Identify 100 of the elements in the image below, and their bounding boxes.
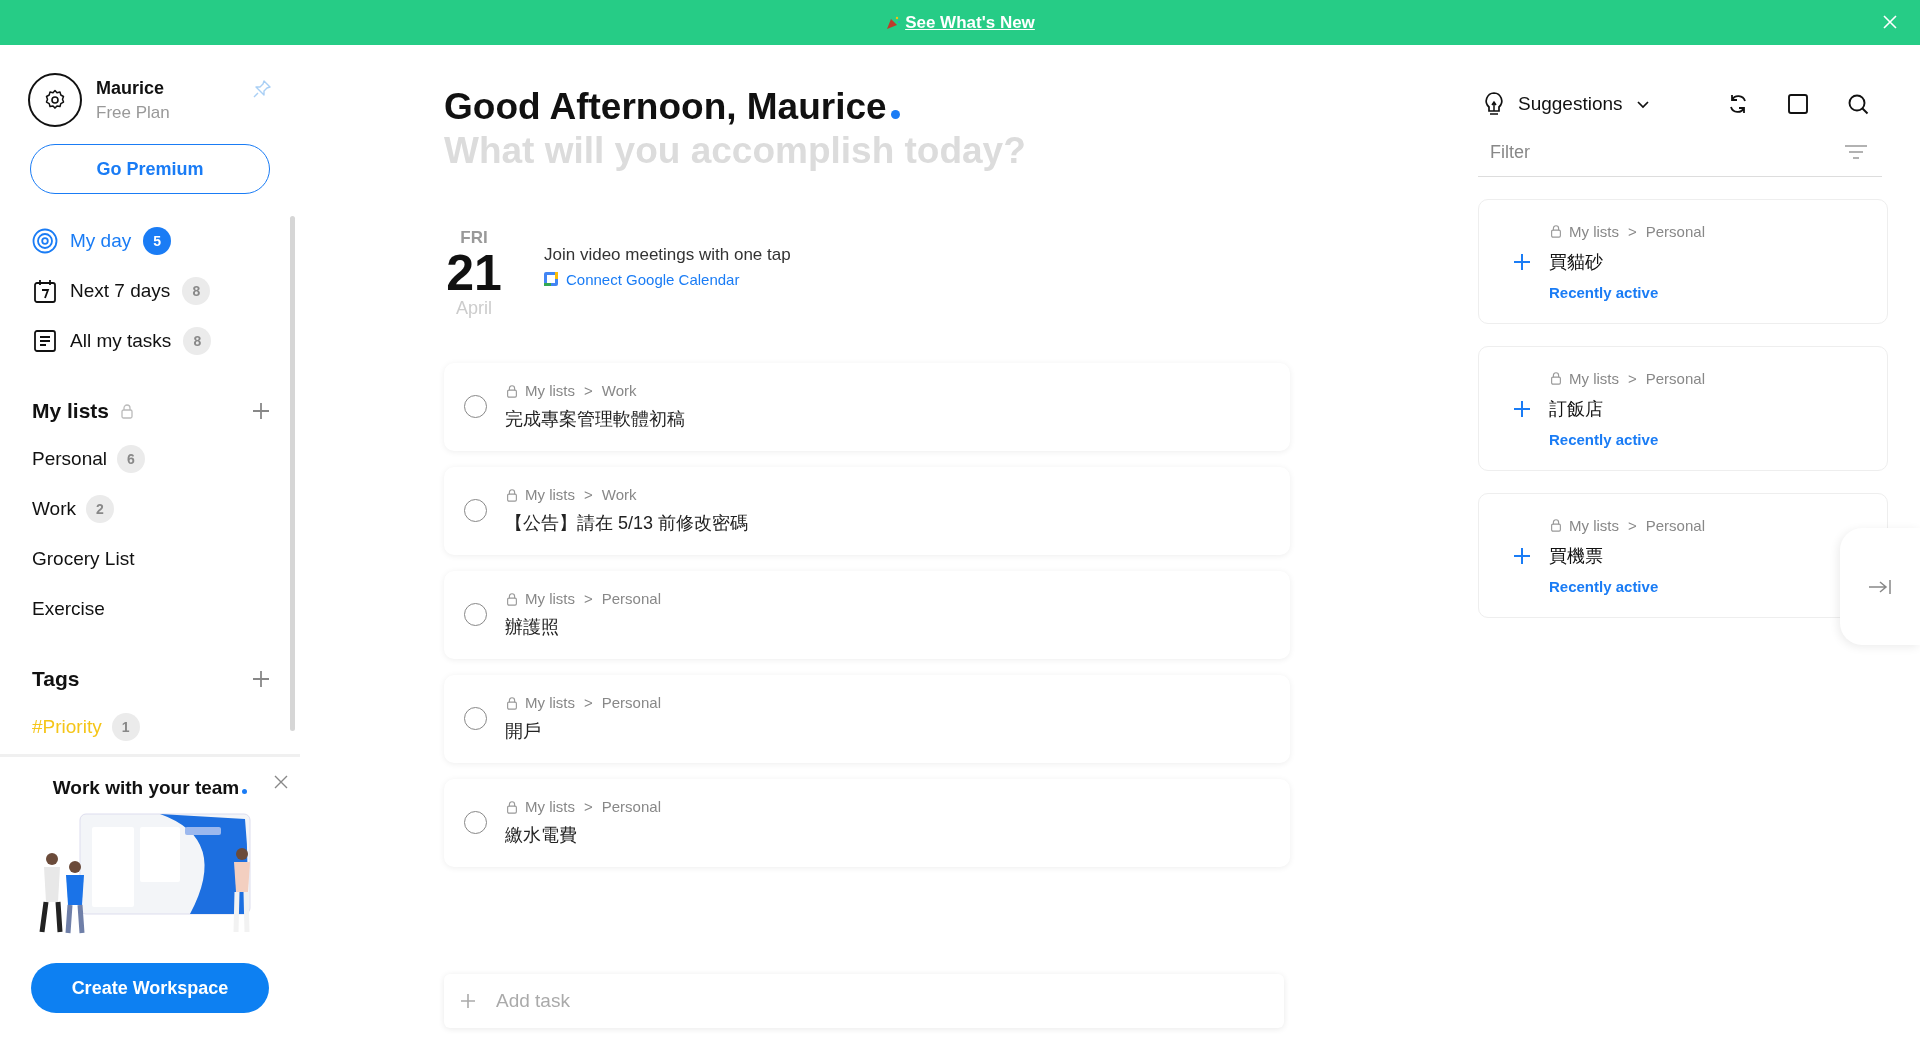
breadcrumb: Personal: [601, 798, 661, 816]
breadcrumb: Work: [601, 382, 637, 400]
breadcrumb-separator: >: [584, 798, 593, 816]
lock-icon: [505, 695, 519, 710]
scrollbar[interactable]: [290, 216, 295, 731]
count-badge: 6: [117, 445, 145, 473]
filter-field[interactable]: Filter: [1478, 129, 1882, 177]
task-title: 完成專案管理軟體初稿: [505, 408, 685, 432]
connect-calendar-link[interactable]: Connect Google Calendar: [566, 270, 740, 288]
add-task-field[interactable]: Add task: [444, 974, 1284, 1028]
count-badge: 2: [86, 495, 114, 523]
party-popper-icon: [885, 14, 902, 31]
suggestions-dropdown[interactable]: Suggestions: [1518, 93, 1623, 115]
recently-active-label: Recently active: [1549, 283, 1659, 301]
suggestion-card[interactable]: My lists > Personal 訂飯店 Recently active: [1478, 346, 1888, 471]
list-label: Grocery List: [32, 548, 135, 570]
nav-label: All my tasks: [70, 330, 172, 352]
search-icon[interactable]: [1846, 92, 1870, 116]
breadcrumb: Personal: [1645, 222, 1705, 240]
nav-label: Next 7 days: [70, 280, 171, 302]
lock-icon: [1549, 224, 1563, 238]
add-list-icon[interactable]: [252, 402, 270, 420]
square-icon[interactable]: [1786, 92, 1810, 116]
list-item[interactable]: Personal 6: [32, 434, 276, 484]
task-card[interactable]: My lists > Personal 繳水電費: [444, 778, 1290, 867]
task-card[interactable]: My lists > Work 【公告】請在 5/13 前修改密碼: [444, 466, 1290, 555]
breadcrumb: My lists: [525, 798, 575, 816]
breadcrumb-separator: >: [584, 382, 593, 400]
task-card[interactable]: My lists > Personal 開戶: [444, 674, 1290, 763]
calendar-icon: [32, 278, 58, 304]
list-item[interactable]: Grocery List: [32, 534, 276, 584]
suggestion-title: 訂飯店: [1549, 397, 1603, 421]
section-title: Tags: [32, 667, 80, 691]
breadcrumb-separator: >: [1628, 222, 1637, 240]
section-title: My lists: [32, 399, 110, 423]
arrow-to-line-icon: [1868, 578, 1892, 595]
nav-label: My day: [70, 230, 132, 252]
breadcrumb: My lists: [525, 382, 575, 400]
lock-icon: [505, 799, 519, 814]
add-tag-icon[interactable]: [252, 670, 270, 688]
breadcrumb: My lists: [1569, 369, 1619, 387]
recently-active-label: Recently active: [1549, 577, 1659, 595]
breadcrumb-separator: >: [1628, 516, 1637, 534]
create-workspace-button[interactable]: Create Workspace: [31, 963, 269, 1013]
list-icon: [32, 328, 58, 354]
breadcrumb: Personal: [1645, 369, 1705, 387]
calendar-prompt: Join video meetings with one tap: [544, 244, 791, 265]
list-item[interactable]: Exercise: [32, 584, 276, 634]
list-label: Work: [32, 498, 76, 520]
nav-item[interactable]: All my tasks 8: [32, 316, 276, 366]
breadcrumb: Personal: [601, 694, 661, 712]
greeting-title: Good Afternoon, Maurice: [444, 85, 1290, 130]
breadcrumb: My lists: [525, 694, 575, 712]
suggestion-title: 買貓砂: [1549, 250, 1603, 274]
list-label: Personal: [32, 448, 107, 470]
suggestion-title: 買機票: [1549, 544, 1603, 568]
count-badge: 5: [143, 227, 172, 255]
task-card[interactable]: My lists > Personal 辦護照: [444, 570, 1290, 659]
count-badge: 1: [111, 713, 140, 741]
breadcrumb: My lists: [525, 590, 575, 608]
plan-label: Free Plan: [96, 102, 171, 123]
lock-icon: [1549, 371, 1563, 385]
task-title: 繳水電費: [505, 824, 578, 848]
day-number: 21: [446, 247, 502, 298]
add-icon[interactable]: [1513, 546, 1531, 565]
lock-icon: [1549, 518, 1563, 532]
user-name: Maurice: [96, 77, 166, 99]
promo-title: Work with your team: [52, 777, 248, 799]
close-icon[interactable]: [274, 775, 288, 789]
filter-icon[interactable]: [1844, 144, 1868, 160]
list-item[interactable]: Work 2: [32, 484, 276, 534]
lock-icon: [505, 487, 519, 502]
target-icon: [32, 228, 58, 254]
breadcrumb-separator: >: [584, 486, 593, 504]
suggestion-card[interactable]: My lists > Personal 買貓砂 Recently active: [1478, 199, 1888, 324]
breadcrumb-separator: >: [584, 590, 593, 608]
tag-label: #Priority: [32, 716, 102, 738]
breadcrumb: My lists: [525, 486, 575, 504]
weekday-label: FRI: [460, 227, 488, 248]
list-label: Exercise: [32, 598, 105, 620]
add-icon[interactable]: [1513, 252, 1531, 271]
breadcrumb: My lists: [1569, 222, 1619, 240]
go-premium-button[interactable]: Go Premium: [30, 144, 270, 194]
nav-item[interactable]: Next 7 days 8: [32, 266, 276, 316]
gear-icon: [43, 88, 67, 112]
settings-avatar-button[interactable]: [28, 73, 82, 127]
lock-icon: [505, 591, 519, 606]
task-card[interactable]: My lists > Work 完成專案管理軟體初稿: [444, 362, 1290, 451]
breadcrumb: Personal: [1645, 516, 1705, 534]
lightbulb-icon: [1482, 91, 1506, 117]
count-badge: 8: [183, 327, 212, 355]
breadcrumb: Work: [601, 486, 637, 504]
breadcrumb-separator: >: [1628, 369, 1637, 387]
task-title: 開戶: [505, 720, 542, 744]
breadcrumb-separator: >: [584, 694, 593, 712]
task-title: 辦護照: [505, 616, 560, 640]
add-icon[interactable]: [1513, 399, 1531, 418]
nav-item[interactable]: My day 5: [32, 216, 276, 266]
breadcrumb: My lists: [1569, 516, 1619, 534]
breadcrumb: Personal: [601, 590, 661, 608]
